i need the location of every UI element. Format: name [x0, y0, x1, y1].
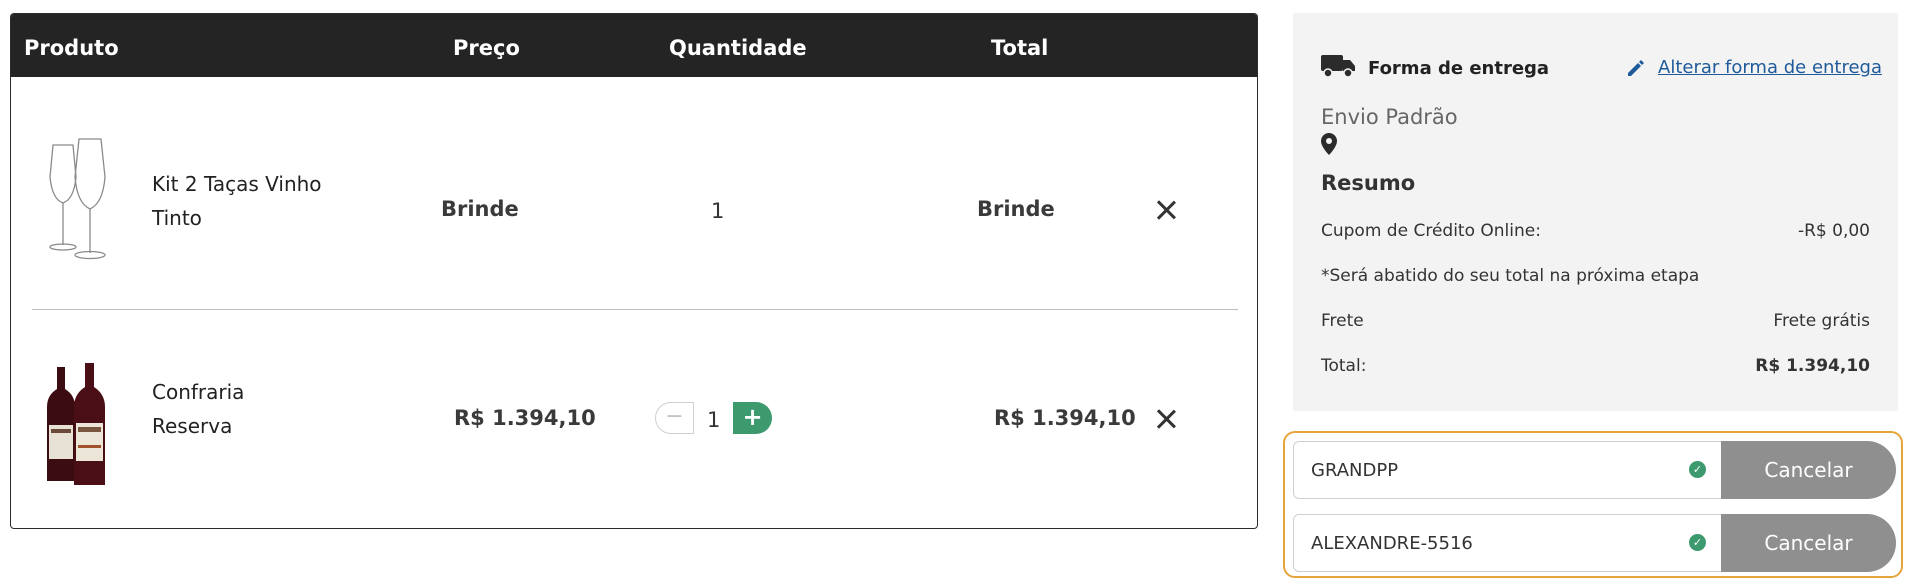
coupon-row: ✓ Cancelar [1293, 514, 1896, 572]
header-price: Preço [453, 36, 520, 60]
product-name: Kit 2 Taças Vinho Tinto [152, 172, 322, 230]
header-quantity: Quantidade [669, 36, 807, 60]
shipping-cost-value: Frete grátis [1773, 311, 1870, 331]
wine-glasses-image [49, 138, 106, 260]
discount-note: *Será abatido do seu total na próxima et… [1321, 266, 1700, 286]
shipping-cost-label: Frete [1321, 311, 1364, 331]
change-shipping-link[interactable]: Alterar forma de entrega [1658, 57, 1882, 78]
cart-table: Produto Preço Quantidade Total Kit 2 Taç… [10, 13, 1258, 529]
product-name: Confraria Reserva [152, 380, 245, 438]
coupon-code-input[interactable] [1293, 441, 1733, 499]
quantity-value: 1 [707, 408, 721, 432]
header-total: Total [991, 36, 1049, 60]
truck-icon [1321, 55, 1355, 78]
total-label: Total: [1321, 356, 1367, 376]
applied-coupons: ✓ Cancelar ✓ Cancelar [1283, 431, 1903, 578]
coupon-code-input[interactable] [1293, 514, 1733, 572]
cancel-coupon-button[interactable]: Cancelar [1721, 514, 1896, 572]
shipping-title: Forma de entrega [1368, 58, 1550, 79]
summary-title: Resumo [1321, 171, 1416, 195]
header-product: Produto [24, 36, 119, 60]
product-price: Brinde [441, 197, 519, 221]
cart-row: Kit 2 Taças Vinho Tinto Brinde 1 Brinde [11, 77, 1257, 302]
quantity-increase-button[interactable]: + [733, 402, 772, 434]
check-icon: ✓ [1689, 461, 1706, 478]
cart-row: Confraria Reserva R$ 1.394,10 − 1 + R$ 1… [11, 303, 1257, 528]
wine-bottles-image [47, 363, 105, 485]
coupon-credit-value: -R$ 0,00 [1797, 221, 1870, 241]
order-summary-panel: Forma de entrega Alterar forma de entreg… [1293, 13, 1898, 411]
remove-item-button[interactable] [1151, 195, 1181, 225]
product-total: Brinde [977, 197, 1055, 221]
check-icon: ✓ [1689, 534, 1706, 551]
product-quantity: 1 [711, 199, 725, 223]
shipping-method: Envio Padrão [1321, 105, 1458, 129]
total-value: R$ 1.394,10 [1755, 356, 1870, 376]
pencil-icon[interactable] [1626, 58, 1646, 78]
location-pin-icon [1321, 133, 1337, 155]
remove-item-button[interactable] [1151, 404, 1181, 434]
cancel-coupon-button[interactable]: Cancelar [1721, 441, 1896, 499]
cart-header: Produto Preço Quantidade Total [11, 14, 1257, 77]
product-total: R$ 1.394,10 [994, 406, 1136, 430]
coupon-credit-label: Cupom de Crédito Online: [1321, 221, 1541, 241]
quantity-decrease-button[interactable]: − [655, 402, 694, 434]
product-price: R$ 1.394,10 [454, 406, 596, 430]
coupon-row: ✓ Cancelar [1293, 441, 1896, 499]
